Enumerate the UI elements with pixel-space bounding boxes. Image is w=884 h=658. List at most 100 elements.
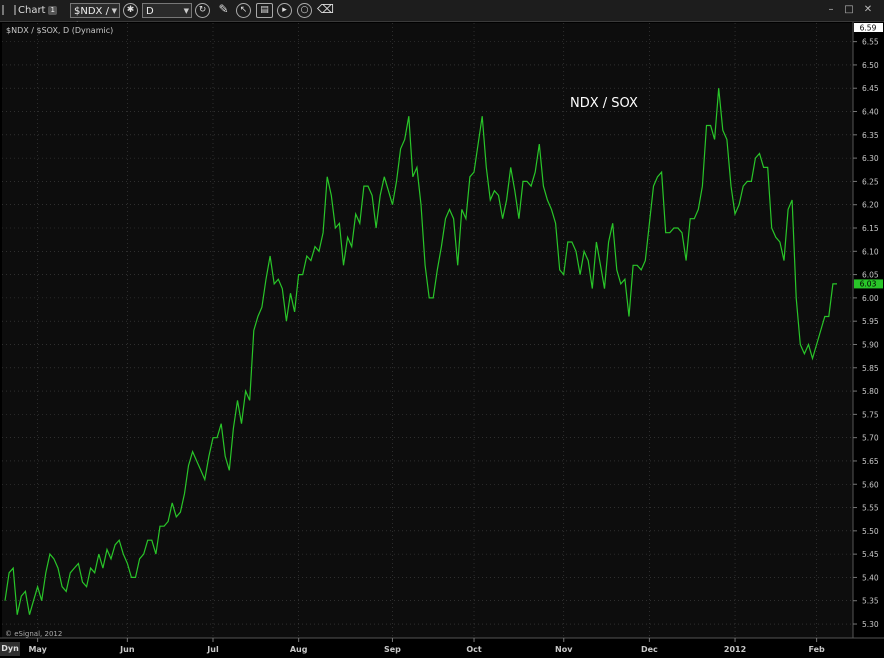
x-tick-label: Oct bbox=[466, 645, 482, 654]
data-point bbox=[151, 540, 152, 541]
y-tick-label: 6.30 bbox=[862, 154, 879, 163]
cursor-arrow-icon[interactable]: ↖ bbox=[236, 3, 251, 18]
data-point bbox=[323, 232, 324, 233]
layout-icon[interactable]: ▤ bbox=[256, 3, 273, 18]
play-icon[interactable]: ▸ bbox=[277, 3, 292, 18]
y-tick-label: 5.70 bbox=[862, 434, 879, 443]
data-point bbox=[698, 209, 699, 210]
data-point bbox=[143, 554, 144, 555]
data-point bbox=[726, 139, 727, 140]
data-point bbox=[673, 227, 674, 228]
data-point bbox=[41, 600, 42, 601]
interval-input[interactable]: D ▼ bbox=[142, 3, 192, 18]
data-point bbox=[739, 204, 740, 205]
symbol-input[interactable]: $NDX / $S▼ bbox=[70, 3, 120, 32]
y-tick-label: 6.15 bbox=[862, 224, 879, 233]
data-point bbox=[510, 167, 511, 168]
data-point bbox=[604, 288, 605, 289]
data-point bbox=[82, 582, 83, 583]
data-point bbox=[690, 218, 691, 219]
bars-grip-icon[interactable] bbox=[2, 5, 16, 15]
y-tick-label: 5.55 bbox=[862, 504, 879, 513]
zoom-icon[interactable]: ○ bbox=[297, 3, 312, 18]
data-point bbox=[457, 265, 458, 266]
data-point bbox=[229, 470, 230, 471]
data-point bbox=[172, 502, 173, 503]
y-tick-label: 5.90 bbox=[862, 340, 879, 349]
data-point bbox=[763, 167, 764, 168]
ratio-line-chart[interactable]: $NDX / $SOX, D (Dynamic) NDX / SOX © eSi… bbox=[0, 22, 884, 658]
data-point bbox=[221, 423, 222, 424]
data-point bbox=[110, 558, 111, 559]
data-point bbox=[9, 572, 10, 573]
data-point bbox=[796, 297, 797, 298]
data-point bbox=[710, 125, 711, 126]
data-point bbox=[180, 512, 181, 513]
data-point bbox=[90, 568, 91, 569]
data-point bbox=[225, 456, 226, 457]
data-point bbox=[828, 316, 829, 317]
data-point bbox=[327, 176, 328, 177]
data-point bbox=[788, 209, 789, 210]
data-point bbox=[351, 246, 352, 247]
y-tick-label: 5.65 bbox=[862, 457, 879, 466]
data-point bbox=[119, 540, 120, 541]
data-point bbox=[25, 591, 26, 592]
y-tick-label: 5.85 bbox=[862, 364, 879, 373]
y-tick-label: 5.95 bbox=[862, 317, 879, 326]
y-tick-label: 6.20 bbox=[862, 201, 879, 210]
x-tick-label: Jun bbox=[119, 645, 135, 654]
close-icon[interactable]: ✕ bbox=[861, 4, 875, 17]
data-point bbox=[518, 218, 519, 219]
y-tick-label: 6.40 bbox=[862, 108, 879, 117]
data-point bbox=[335, 227, 336, 228]
data-point bbox=[526, 181, 527, 182]
data-point bbox=[376, 227, 377, 228]
data-point bbox=[816, 344, 817, 345]
data-point bbox=[592, 288, 593, 289]
data-point bbox=[498, 195, 499, 196]
data-point bbox=[53, 558, 54, 559]
data-point bbox=[612, 223, 613, 224]
y-tick-label: 5.45 bbox=[862, 550, 879, 559]
data-point bbox=[608, 241, 609, 242]
data-point bbox=[21, 596, 22, 597]
data-point bbox=[66, 591, 67, 592]
settings-gear-icon[interactable]: ✱ bbox=[123, 3, 138, 18]
data-point bbox=[49, 554, 50, 555]
maximize-icon[interactable]: □ bbox=[842, 4, 856, 17]
data-point bbox=[380, 195, 381, 196]
data-point bbox=[469, 176, 470, 177]
refresh-icon[interactable]: ↻ bbox=[195, 3, 210, 18]
data-point bbox=[522, 181, 523, 182]
data-point bbox=[314, 246, 315, 247]
pencil-icon[interactable]: ✎ bbox=[216, 3, 231, 18]
data-point bbox=[575, 251, 576, 252]
y-tick-label: 6.25 bbox=[862, 177, 879, 186]
x-tick-label: Dec bbox=[641, 645, 658, 654]
data-point bbox=[241, 423, 242, 424]
data-point bbox=[677, 227, 678, 228]
data-point bbox=[331, 195, 332, 196]
data-point bbox=[514, 190, 515, 191]
minimize-icon[interactable]: – bbox=[824, 4, 838, 17]
data-point bbox=[396, 181, 397, 182]
data-point bbox=[624, 279, 625, 280]
chevron-down-icon: ▼ bbox=[111, 7, 117, 15]
data-point bbox=[445, 218, 446, 219]
data-point bbox=[596, 241, 597, 242]
data-point bbox=[237, 400, 238, 401]
eraser-icon[interactable]: ⌫ bbox=[317, 3, 334, 18]
data-point bbox=[392, 204, 393, 205]
data-point bbox=[580, 274, 581, 275]
y-tick-label: 6.45 bbox=[862, 84, 879, 93]
dyn-button[interactable]: Dyn bbox=[0, 642, 20, 656]
data-point bbox=[465, 218, 466, 219]
y-tick-label: 5.40 bbox=[862, 573, 879, 582]
data-point bbox=[302, 274, 303, 275]
y-tick-label: 5.80 bbox=[862, 387, 879, 396]
data-point bbox=[196, 460, 197, 461]
data-point bbox=[620, 283, 621, 284]
data-point bbox=[217, 437, 218, 438]
data-point bbox=[743, 186, 744, 187]
